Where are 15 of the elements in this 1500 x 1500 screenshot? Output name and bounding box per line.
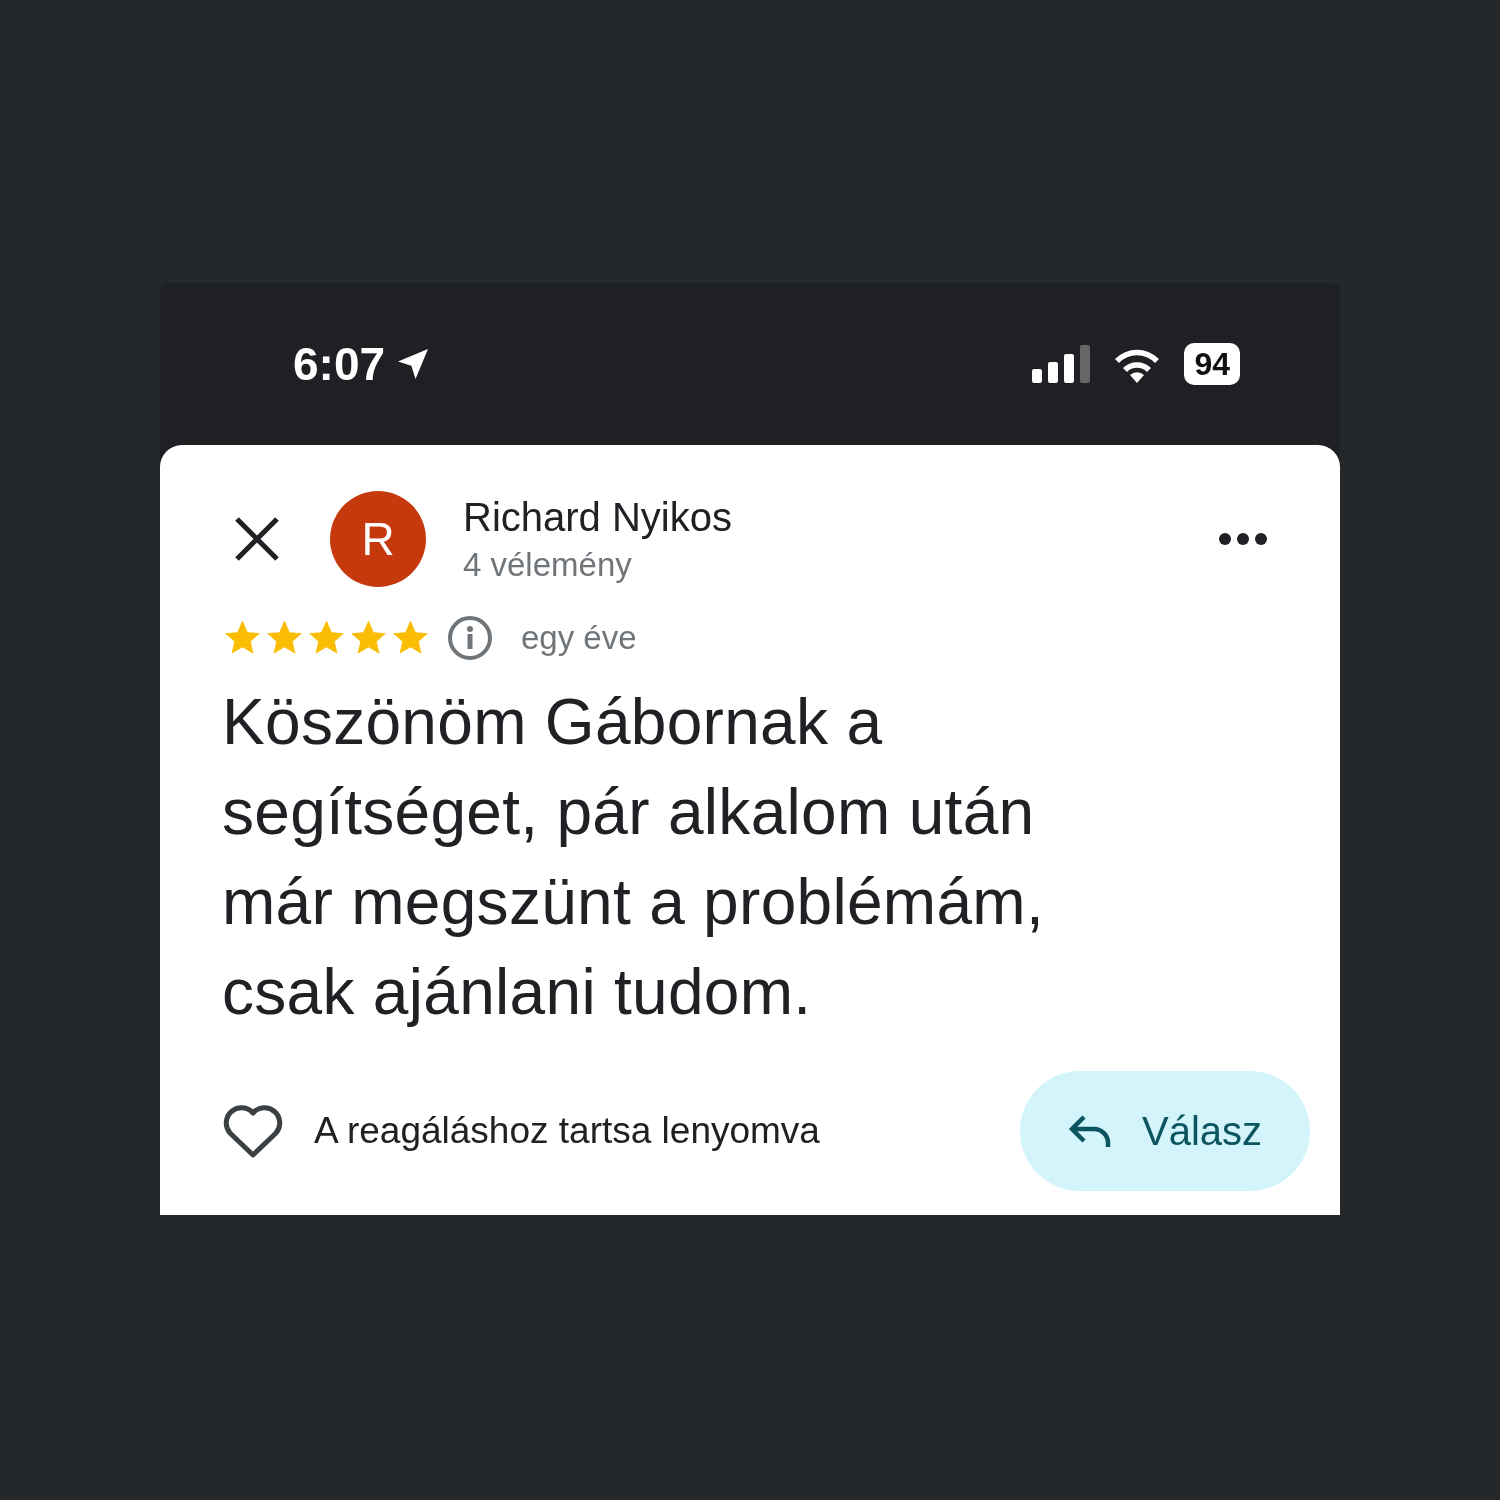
battery-indicator: 94 xyxy=(1184,343,1240,385)
reaction-hint: A reagáláshoz tartsa lenyomva xyxy=(314,1110,821,1152)
avatar: R xyxy=(330,491,426,587)
heart-icon[interactable] xyxy=(222,1103,284,1159)
more-icon[interactable] xyxy=(1218,532,1268,546)
review-text: Köszönöm Gábornak a segítséget, pár alkalom után már megszünt a problémám, csak ajánlani tudom. xyxy=(222,685,1046,1030)
review-date: egy éve xyxy=(521,619,637,657)
reply-button[interactable]: Válasz xyxy=(1020,1071,1310,1191)
info-icon[interactable] xyxy=(447,615,493,661)
signal-icon xyxy=(1032,345,1091,383)
review-count: 4 vélemény xyxy=(463,545,633,584)
close-icon[interactable] xyxy=(234,516,280,562)
author-name[interactable]: Richard Nyikos xyxy=(463,494,1218,540)
clock-time: 6:07 xyxy=(293,337,386,391)
reply-arrow-icon xyxy=(1067,1113,1112,1149)
